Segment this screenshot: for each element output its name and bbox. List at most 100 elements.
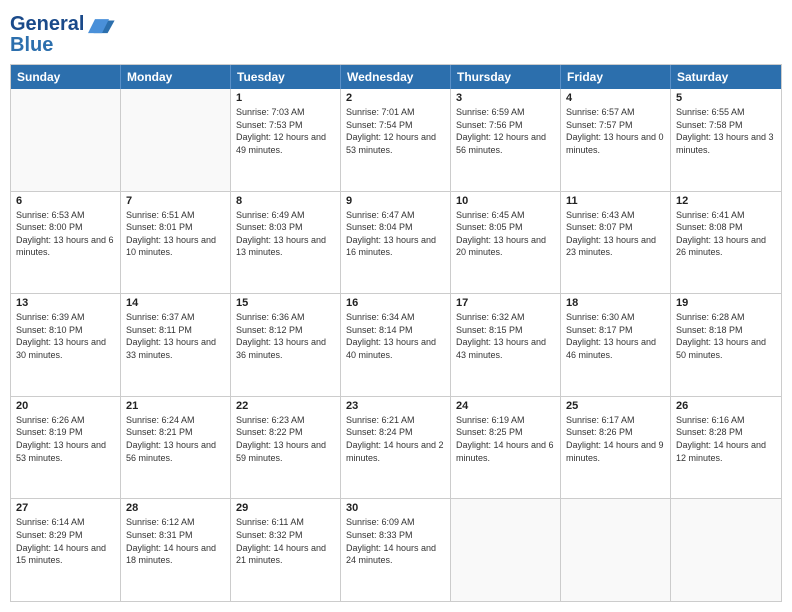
cal-cell-w4-d1: 20 Sunrise: 6:26 AM Sunset: 8:19 PM Dayli… xyxy=(11,397,121,499)
cal-cell-w1-d1 xyxy=(11,89,121,191)
logo: General Blue xyxy=(10,10,116,56)
day-number: 7 xyxy=(126,195,225,207)
cell-info: Sunrise: 7:03 AM Sunset: 7:53 PM Dayligh… xyxy=(236,106,335,156)
day-number: 18 xyxy=(566,297,665,309)
cell-info: Sunrise: 6:14 AM Sunset: 8:29 PM Dayligh… xyxy=(16,516,115,566)
cal-cell-w2-d7: 12 Sunrise: 6:41 AM Sunset: 8:08 PM Dayli… xyxy=(671,192,781,294)
cal-cell-w1-d5: 3Sunrise: 6:59 AM Sunset: 7:56 PM Daylig… xyxy=(451,89,561,191)
day-number: 30 xyxy=(346,502,445,514)
cell-info: Sunrise: 6:39 AM Sunset: 8:10 PM Dayligh… xyxy=(16,311,115,361)
logo-icon xyxy=(88,10,116,38)
week-row-5: 27 Sunrise: 6:14 AM Sunset: 8:29 PM Dayli… xyxy=(11,499,781,601)
cell-info: Sunrise: 6:30 AM Sunset: 8:17 PM Dayligh… xyxy=(566,311,665,361)
cal-cell-w5-d1: 27 Sunrise: 6:14 AM Sunset: 8:29 PM Dayli… xyxy=(11,499,121,601)
day-number: 11 xyxy=(566,195,665,207)
cal-cell-w3-d2: 14Sunrise: 6:37 AM Sunset: 8:11 PM Dayli… xyxy=(121,294,231,396)
header-thursday: Thursday xyxy=(451,65,561,89)
cell-info: Sunrise: 6:41 AM Sunset: 8:08 PM Dayligh… xyxy=(676,209,776,259)
header-friday: Friday xyxy=(561,65,671,89)
cell-info: Sunrise: 6:12 AM Sunset: 8:31 PM Dayligh… xyxy=(126,516,225,566)
cal-cell-w2-d1: 6 Sunrise: 6:53 AM Sunset: 8:00 PM Daylig… xyxy=(11,192,121,294)
cell-info: Sunrise: 6:47 AM Sunset: 8:04 PM Dayligh… xyxy=(346,209,445,259)
day-number: 24 xyxy=(456,400,555,412)
cal-cell-w4-d5: 24Sunrise: 6:19 AM Sunset: 8:25 PM Dayli… xyxy=(451,397,561,499)
cell-info: Sunrise: 6:21 AM Sunset: 8:24 PM Dayligh… xyxy=(346,414,445,464)
day-number: 3 xyxy=(456,92,555,104)
day-number: 23 xyxy=(346,400,445,412)
cell-info: Sunrise: 6:53 AM Sunset: 8:00 PM Dayligh… xyxy=(16,209,115,259)
cal-cell-w4-d7: 26 Sunrise: 6:16 AM Sunset: 8:28 PM Dayli… xyxy=(671,397,781,499)
cell-info: Sunrise: 6:09 AM Sunset: 8:33 PM Dayligh… xyxy=(346,516,445,566)
calendar-body: 1 Sunrise: 7:03 AM Sunset: 7:53 PM Daylig… xyxy=(11,89,781,601)
day-number: 5 xyxy=(676,92,776,104)
cell-info: Sunrise: 6:51 AM Sunset: 8:01 PM Dayligh… xyxy=(126,209,225,259)
cal-cell-w1-d6: 4 Sunrise: 6:57 AM Sunset: 7:57 PM Daylig… xyxy=(561,89,671,191)
day-number: 19 xyxy=(676,297,776,309)
cal-cell-w2-d3: 8Sunrise: 6:49 AM Sunset: 8:03 PM Daylig… xyxy=(231,192,341,294)
cal-cell-w4-d2: 21 Sunrise: 6:24 AM Sunset: 8:21 PM Dayli… xyxy=(121,397,231,499)
day-number: 20 xyxy=(16,400,115,412)
week-row-1: 1 Sunrise: 7:03 AM Sunset: 7:53 PM Daylig… xyxy=(11,89,781,192)
cell-info: Sunrise: 6:36 AM Sunset: 8:12 PM Dayligh… xyxy=(236,311,335,361)
day-number: 17 xyxy=(456,297,555,309)
calendar: Sunday Monday Tuesday Wednesday Thursday… xyxy=(10,64,782,602)
day-number: 26 xyxy=(676,400,776,412)
week-row-3: 13 Sunrise: 6:39 AM Sunset: 8:10 PM Dayli… xyxy=(11,294,781,397)
day-number: 29 xyxy=(236,502,335,514)
cal-cell-w3-d4: 16Sunrise: 6:34 AM Sunset: 8:14 PM Dayli… xyxy=(341,294,451,396)
cell-info: Sunrise: 6:16 AM Sunset: 8:28 PM Dayligh… xyxy=(676,414,776,464)
cal-cell-w2-d6: 11Sunrise: 6:43 AM Sunset: 8:07 PM Dayli… xyxy=(561,192,671,294)
week-row-4: 20 Sunrise: 6:26 AM Sunset: 8:19 PM Dayli… xyxy=(11,397,781,500)
day-number: 21 xyxy=(126,400,225,412)
day-number: 9 xyxy=(346,195,445,207)
cal-cell-w3-d7: 19 Sunrise: 6:28 AM Sunset: 8:18 PM Dayli… xyxy=(671,294,781,396)
cal-cell-w5-d4: 30 Sunrise: 6:09 AM Sunset: 8:33 PM Dayli… xyxy=(341,499,451,601)
header-wednesday: Wednesday xyxy=(341,65,451,89)
cal-cell-w3-d1: 13 Sunrise: 6:39 AM Sunset: 8:10 PM Dayli… xyxy=(11,294,121,396)
cell-info: Sunrise: 6:28 AM Sunset: 8:18 PM Dayligh… xyxy=(676,311,776,361)
day-number: 28 xyxy=(126,502,225,514)
logo-text-general: General xyxy=(10,13,84,35)
day-number: 14 xyxy=(126,297,225,309)
header-saturday: Saturday xyxy=(671,65,781,89)
header-monday: Monday xyxy=(121,65,231,89)
cal-cell-w5-d7 xyxy=(671,499,781,601)
page: General Blue Sunday Monday Tuesday Wedne… xyxy=(0,0,792,612)
cal-cell-w5-d3: 29 Sunrise: 6:11 AM Sunset: 8:32 PM Dayli… xyxy=(231,499,341,601)
day-number: 8 xyxy=(236,195,335,207)
cell-info: Sunrise: 6:24 AM Sunset: 8:21 PM Dayligh… xyxy=(126,414,225,464)
cal-cell-w3-d3: 15 Sunrise: 6:36 AM Sunset: 8:12 PM Dayli… xyxy=(231,294,341,396)
cell-info: Sunrise: 7:01 AM Sunset: 7:54 PM Dayligh… xyxy=(346,106,445,156)
day-number: 16 xyxy=(346,297,445,309)
day-number: 6 xyxy=(16,195,115,207)
cal-cell-w4-d6: 25 Sunrise: 6:17 AM Sunset: 8:26 PM Dayli… xyxy=(561,397,671,499)
cal-cell-w4-d4: 23 Sunrise: 6:21 AM Sunset: 8:24 PM Dayli… xyxy=(341,397,451,499)
cell-info: Sunrise: 6:55 AM Sunset: 7:58 PM Dayligh… xyxy=(676,106,776,156)
cell-info: Sunrise: 6:57 AM Sunset: 7:57 PM Dayligh… xyxy=(566,106,665,156)
cal-cell-w1-d3: 1 Sunrise: 7:03 AM Sunset: 7:53 PM Daylig… xyxy=(231,89,341,191)
day-number: 15 xyxy=(236,297,335,309)
cal-cell-w2-d2: 7 Sunrise: 6:51 AM Sunset: 8:01 PM Daylig… xyxy=(121,192,231,294)
week-row-2: 6 Sunrise: 6:53 AM Sunset: 8:00 PM Daylig… xyxy=(11,192,781,295)
day-number: 27 xyxy=(16,502,115,514)
day-number: 13 xyxy=(16,297,115,309)
day-number: 25 xyxy=(566,400,665,412)
header-tuesday: Tuesday xyxy=(231,65,341,89)
logo-text-blue: Blue xyxy=(10,34,53,56)
cell-info: Sunrise: 6:26 AM Sunset: 8:19 PM Dayligh… xyxy=(16,414,115,464)
cal-cell-w3-d6: 18 Sunrise: 6:30 AM Sunset: 8:17 PM Dayli… xyxy=(561,294,671,396)
cal-cell-w5-d6 xyxy=(561,499,671,601)
cal-cell-w5-d2: 28 Sunrise: 6:12 AM Sunset: 8:31 PM Dayli… xyxy=(121,499,231,601)
cell-info: Sunrise: 6:11 AM Sunset: 8:32 PM Dayligh… xyxy=(236,516,335,566)
cell-info: Sunrise: 6:45 AM Sunset: 8:05 PM Dayligh… xyxy=(456,209,555,259)
cell-info: Sunrise: 6:23 AM Sunset: 8:22 PM Dayligh… xyxy=(236,414,335,464)
day-number: 10 xyxy=(456,195,555,207)
day-number: 2 xyxy=(346,92,445,104)
cal-cell-w2-d5: 10 Sunrise: 6:45 AM Sunset: 8:05 PM Dayli… xyxy=(451,192,561,294)
day-number: 4 xyxy=(566,92,665,104)
cell-info: Sunrise: 6:17 AM Sunset: 8:26 PM Dayligh… xyxy=(566,414,665,464)
day-number: 12 xyxy=(676,195,776,207)
day-number: 22 xyxy=(236,400,335,412)
cell-info: Sunrise: 6:32 AM Sunset: 8:15 PM Dayligh… xyxy=(456,311,555,361)
day-number: 1 xyxy=(236,92,335,104)
